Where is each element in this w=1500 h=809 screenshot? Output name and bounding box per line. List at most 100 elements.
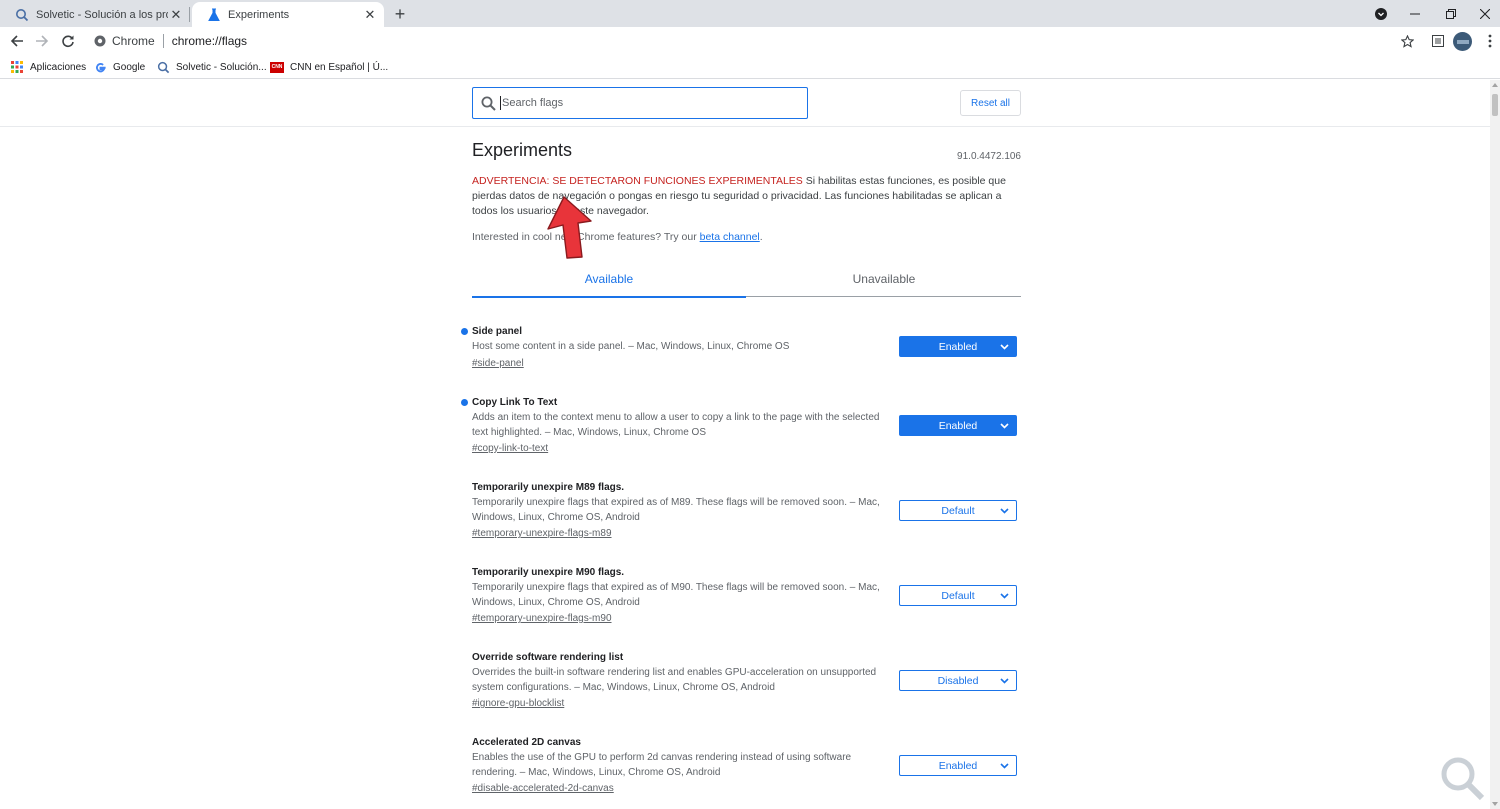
search-icon xyxy=(481,95,497,111)
bookmark-apps[interactable]: Aplicaciones xyxy=(10,58,86,76)
flag-item: Side panel Host some content in a side p… xyxy=(461,325,1022,370)
modified-indicator-dot xyxy=(461,399,468,406)
apps-grid-icon xyxy=(10,60,24,74)
flag-anchor-link[interactable]: #side-panel xyxy=(472,357,1022,370)
flag-state-select[interactable]: Default xyxy=(899,500,1017,521)
flag-anchor-link[interactable]: #temporary-unexpire-flags-m90 xyxy=(472,612,1022,625)
flag-description: Host some content in a side panel. – Mac… xyxy=(472,341,790,352)
flag-anchor-link[interactable]: #ignore-gpu-blocklist xyxy=(472,697,1022,710)
flag-description: Overrides the built-in software renderin… xyxy=(472,667,877,693)
close-window-icon[interactable] xyxy=(1468,0,1500,27)
bookmarks-bar: Aplicaciones Google Solvetic - Solución.… xyxy=(0,55,1500,79)
flag-state-select[interactable]: Enabled xyxy=(899,415,1017,436)
solvetic-favicon-icon xyxy=(156,60,170,74)
flag-state-select[interactable]: Default xyxy=(899,585,1017,606)
omnibox[interactable]: Chrome chrome://flags xyxy=(86,29,1420,53)
chevron-down-icon xyxy=(1000,678,1009,684)
flag-description: Enables the use of the GPU to perform 2d… xyxy=(472,752,852,778)
flag-state-value: Enabled xyxy=(938,419,978,432)
flag-name: Override software rendering list xyxy=(472,652,624,663)
bookmark-google[interactable]: Google xyxy=(93,58,145,76)
tab-search-icon[interactable] xyxy=(1364,0,1398,27)
beta-channel-link[interactable]: beta channel xyxy=(700,231,760,243)
beta-channel-note: Interested in cool new Chrome features? … xyxy=(472,231,763,243)
chrome-version: 91.0.4472.106 xyxy=(957,151,1021,162)
flag-item: Copy Link To Text Adds an item to the co… xyxy=(461,396,1022,455)
tab-label: Experiments xyxy=(228,8,290,21)
omnibox-url: chrome://flags xyxy=(171,34,248,48)
flag-item: Temporarily unexpire M90 flags. Temporar… xyxy=(472,566,1022,625)
tab-solvetic[interactable]: Solvetic - Solución a los problem ✕ xyxy=(0,2,190,27)
flag-state-select[interactable]: Enabled xyxy=(899,755,1017,776)
chrome-page-icon xyxy=(94,35,106,47)
flags-header: Reset all xyxy=(0,80,1490,127)
flag-name: Temporarily unexpire M89 flags. xyxy=(472,482,625,493)
bookmark-label: Aplicaciones xyxy=(30,61,87,73)
scroll-up-arrow-icon[interactable] xyxy=(1490,80,1500,90)
chevron-down-icon xyxy=(1000,344,1009,350)
flag-anchor-link[interactable]: #disable-accelerated-2d-canvas xyxy=(472,782,1022,795)
flag-state-value: Enabled xyxy=(938,340,978,353)
flag-state-value: Default xyxy=(941,589,975,602)
modified-indicator-dot xyxy=(461,328,468,335)
new-tab-plus-icon[interactable]: + xyxy=(390,4,410,24)
search-flags-box[interactable] xyxy=(472,87,808,119)
menu-kebab-icon[interactable] xyxy=(1480,31,1500,51)
page-title: Experiments xyxy=(472,140,573,160)
tab-label: Solvetic - Solución a los problem xyxy=(36,8,168,21)
tab-close-icon[interactable]: ✕ xyxy=(168,7,184,23)
reload-icon[interactable] xyxy=(58,31,78,51)
page-scrollbar[interactable] xyxy=(1490,80,1500,809)
flag-name: Temporarily unexpire M90 flags. xyxy=(472,567,625,578)
profile-avatar[interactable] xyxy=(1453,32,1472,51)
back-icon[interactable] xyxy=(7,31,27,51)
flag-item: Accelerated 2D canvas Enables the use of… xyxy=(472,736,1022,795)
bookmark-label: CNN en Español | Ú... xyxy=(290,61,389,73)
chevron-down-icon xyxy=(1000,508,1009,514)
warning-prefix: ADVERTENCIA: SE DETECTARON FUNCIONES EXP… xyxy=(472,175,803,187)
bookmark-cnn[interactable]: CNN CNN en Español | Ú... xyxy=(270,58,388,76)
flag-state-value: Enabled xyxy=(938,759,978,772)
scroll-thumb[interactable] xyxy=(1492,94,1498,116)
flag-item: Override software rendering list Overrid… xyxy=(472,651,1022,710)
browser-toolbar: Chrome chrome://flags xyxy=(0,27,1500,55)
reset-all-button[interactable]: Reset all xyxy=(960,90,1021,116)
flag-name: Copy Link To Text xyxy=(472,397,558,408)
google-g-icon xyxy=(93,60,107,74)
search-flags-input[interactable] xyxy=(502,97,782,109)
solvetic-favicon-icon xyxy=(14,7,30,23)
reading-list-icon[interactable] xyxy=(1428,31,1448,51)
flag-description: Temporarily unexpire flags that expired … xyxy=(472,497,880,523)
flag-state-select[interactable]: Enabled xyxy=(899,336,1017,357)
flag-anchor-link[interactable]: #temporary-unexpire-flags-m89 xyxy=(472,527,1022,540)
scroll-down-arrow-icon[interactable] xyxy=(1490,799,1500,809)
flag-state-value: Disabled xyxy=(937,674,979,687)
tab-close-icon[interactable]: ✕ xyxy=(362,7,378,23)
flag-anchor-link[interactable]: #copy-link-to-text xyxy=(472,442,1022,455)
flag-description: Adds an item to the context menu to allo… xyxy=(472,412,880,438)
bookmark-label: Google xyxy=(113,61,146,73)
tab-available[interactable]: Available xyxy=(472,260,746,298)
solvetic-watermark-icon xyxy=(1441,757,1485,801)
restore-icon[interactable] xyxy=(1434,0,1468,27)
chevron-down-icon xyxy=(1000,423,1009,429)
flags-page: Reset all Experiments 91.0.4472.106 ADVE… xyxy=(0,80,1500,809)
tab-strip: Solvetic - Solución a los problem ✕ Expe… xyxy=(0,0,1500,27)
flag-name: Accelerated 2D canvas xyxy=(472,737,581,748)
beta-suffix: . xyxy=(759,231,763,243)
omnibox-site: Chrome xyxy=(112,34,155,48)
flag-description: Temporarily unexpire flags that expired … xyxy=(472,582,880,608)
forward-icon[interactable] xyxy=(32,31,52,51)
text-cursor xyxy=(500,96,501,110)
flag-state-value: Default xyxy=(941,504,975,517)
bookmark-solvetic[interactable]: Solvetic - Solución... xyxy=(156,58,267,76)
chevron-down-icon xyxy=(1000,593,1009,599)
cnn-logo-icon: CNN xyxy=(270,61,284,73)
flag-state-select[interactable]: Disabled xyxy=(899,670,1017,691)
tab-unavailable[interactable]: Unavailable xyxy=(747,260,1021,297)
flask-icon xyxy=(206,7,222,23)
tab-experiments[interactable]: Experiments ✕ xyxy=(192,2,384,27)
bookmark-star-icon[interactable] xyxy=(1397,31,1417,51)
omnibox-separator xyxy=(162,34,164,48)
minimize-icon[interactable] xyxy=(1398,0,1432,27)
